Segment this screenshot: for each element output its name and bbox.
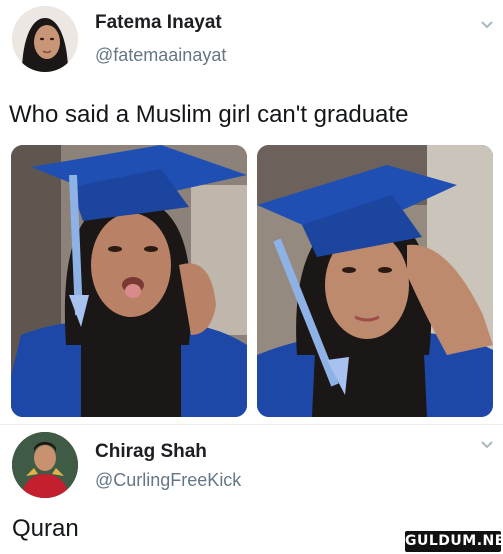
author-name[interactable]: Fatema Inayat (95, 12, 222, 34)
reply-author-name[interactable]: Chirag Shah (95, 441, 207, 463)
graduate-photo-hand-on-head-image (257, 145, 493, 417)
reply-author-handle[interactable]: @CurlingFreeKick (95, 470, 241, 491)
chevron-down-icon[interactable] (480, 440, 494, 450)
tweet-media-grid (11, 145, 493, 417)
author-avatar[interactable] (12, 6, 78, 72)
tweet-text: Who said a Muslim girl can't graduate (9, 101, 409, 128)
reply-avatar-image (12, 432, 78, 498)
tweet-photo[interactable] (11, 145, 247, 417)
author-handle[interactable]: @fatemaainayat (95, 45, 226, 66)
reply-text: Quran (12, 515, 79, 542)
reply-divider (0, 424, 503, 425)
graduate-photo-tongue-out-image (11, 145, 247, 417)
author-avatar-image (12, 6, 78, 72)
tweet-header: Fatema Inayat @fatemaainayat (0, 0, 503, 78)
reply-avatar[interactable] (12, 432, 78, 498)
watermark: GULDUM.NET (405, 531, 503, 552)
chevron-down-icon[interactable] (480, 20, 494, 30)
tweet-photo[interactable] (257, 145, 493, 417)
